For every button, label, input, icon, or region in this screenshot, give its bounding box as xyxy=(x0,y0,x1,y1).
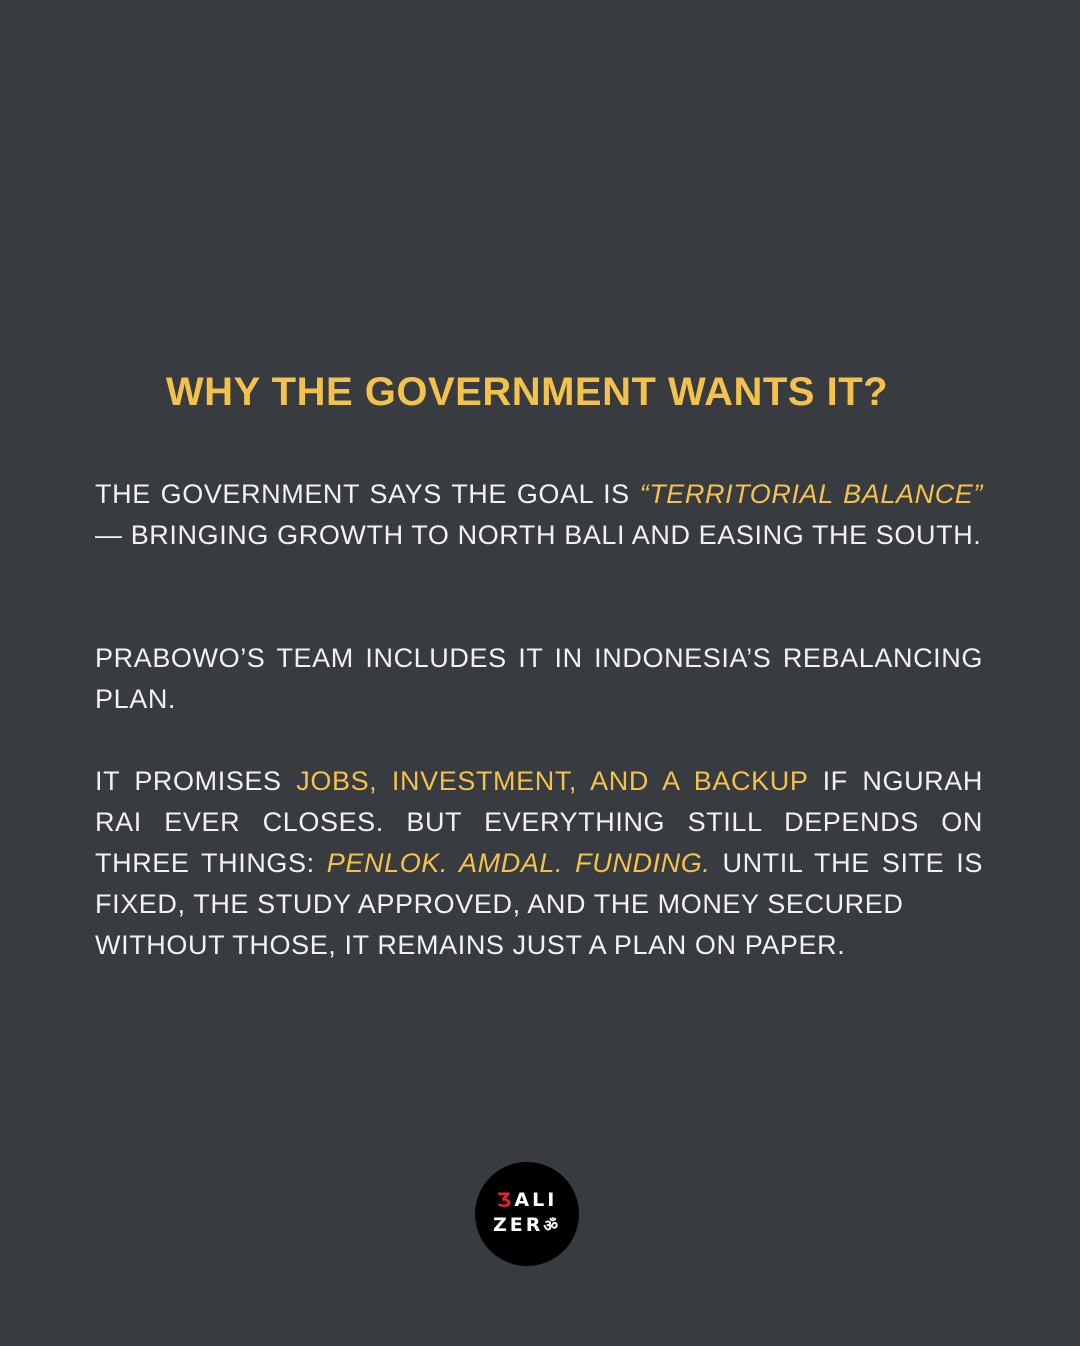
page-title: WHY THE GOVERNMENT WANTS IT? xyxy=(165,370,889,414)
logo-red-mark: Ʒ xyxy=(496,1189,515,1211)
highlight-territorial-balance: “TERRITORIAL BALANCE” xyxy=(639,479,983,509)
logo-text-bottom: ZER xyxy=(493,1214,544,1236)
paragraph-text: IT PROMISES xyxy=(95,766,297,796)
logo-row-bottom: ZERॐ xyxy=(475,1214,579,1237)
paragraph-text: — BRINGING GROWTH TO NORTH BALI AND EASI… xyxy=(95,520,982,550)
paragraph-text: THE GOVERNMENT SAYS THE GOAL IS xyxy=(95,479,640,509)
paragraph-text: PRABOWO’S TEAM INCLUDES IT IN INDONESIA’… xyxy=(95,643,983,714)
highlight-three-things: PENLOK. AMDAL. FUNDING. xyxy=(326,848,711,878)
logo-text-top: ALI xyxy=(514,1189,558,1211)
om-icon: ॐ xyxy=(543,1216,561,1235)
logo-row-top: ƷALI xyxy=(475,1189,579,1211)
paragraph-closing-line: WITHOUT THOSE, IT REMAINS JUST A PLAN ON… xyxy=(95,930,846,960)
paragraph-territorial-balance: THE GOVERNMENT SAYS THE GOAL IS “TERRITO… xyxy=(95,474,983,556)
bali-zero-logo: ƷALI ZERॐ xyxy=(475,1162,579,1266)
paragraph-promises: IT PROMISES JOBS, INVESTMENT, AND A BACK… xyxy=(95,761,983,966)
highlight-jobs-investment: JOBS, INVESTMENT, AND A BACKUP xyxy=(296,766,808,796)
paragraph-rebalancing-plan: PRABOWO’S TEAM INCLUDES IT IN INDONESIA’… xyxy=(95,638,983,720)
